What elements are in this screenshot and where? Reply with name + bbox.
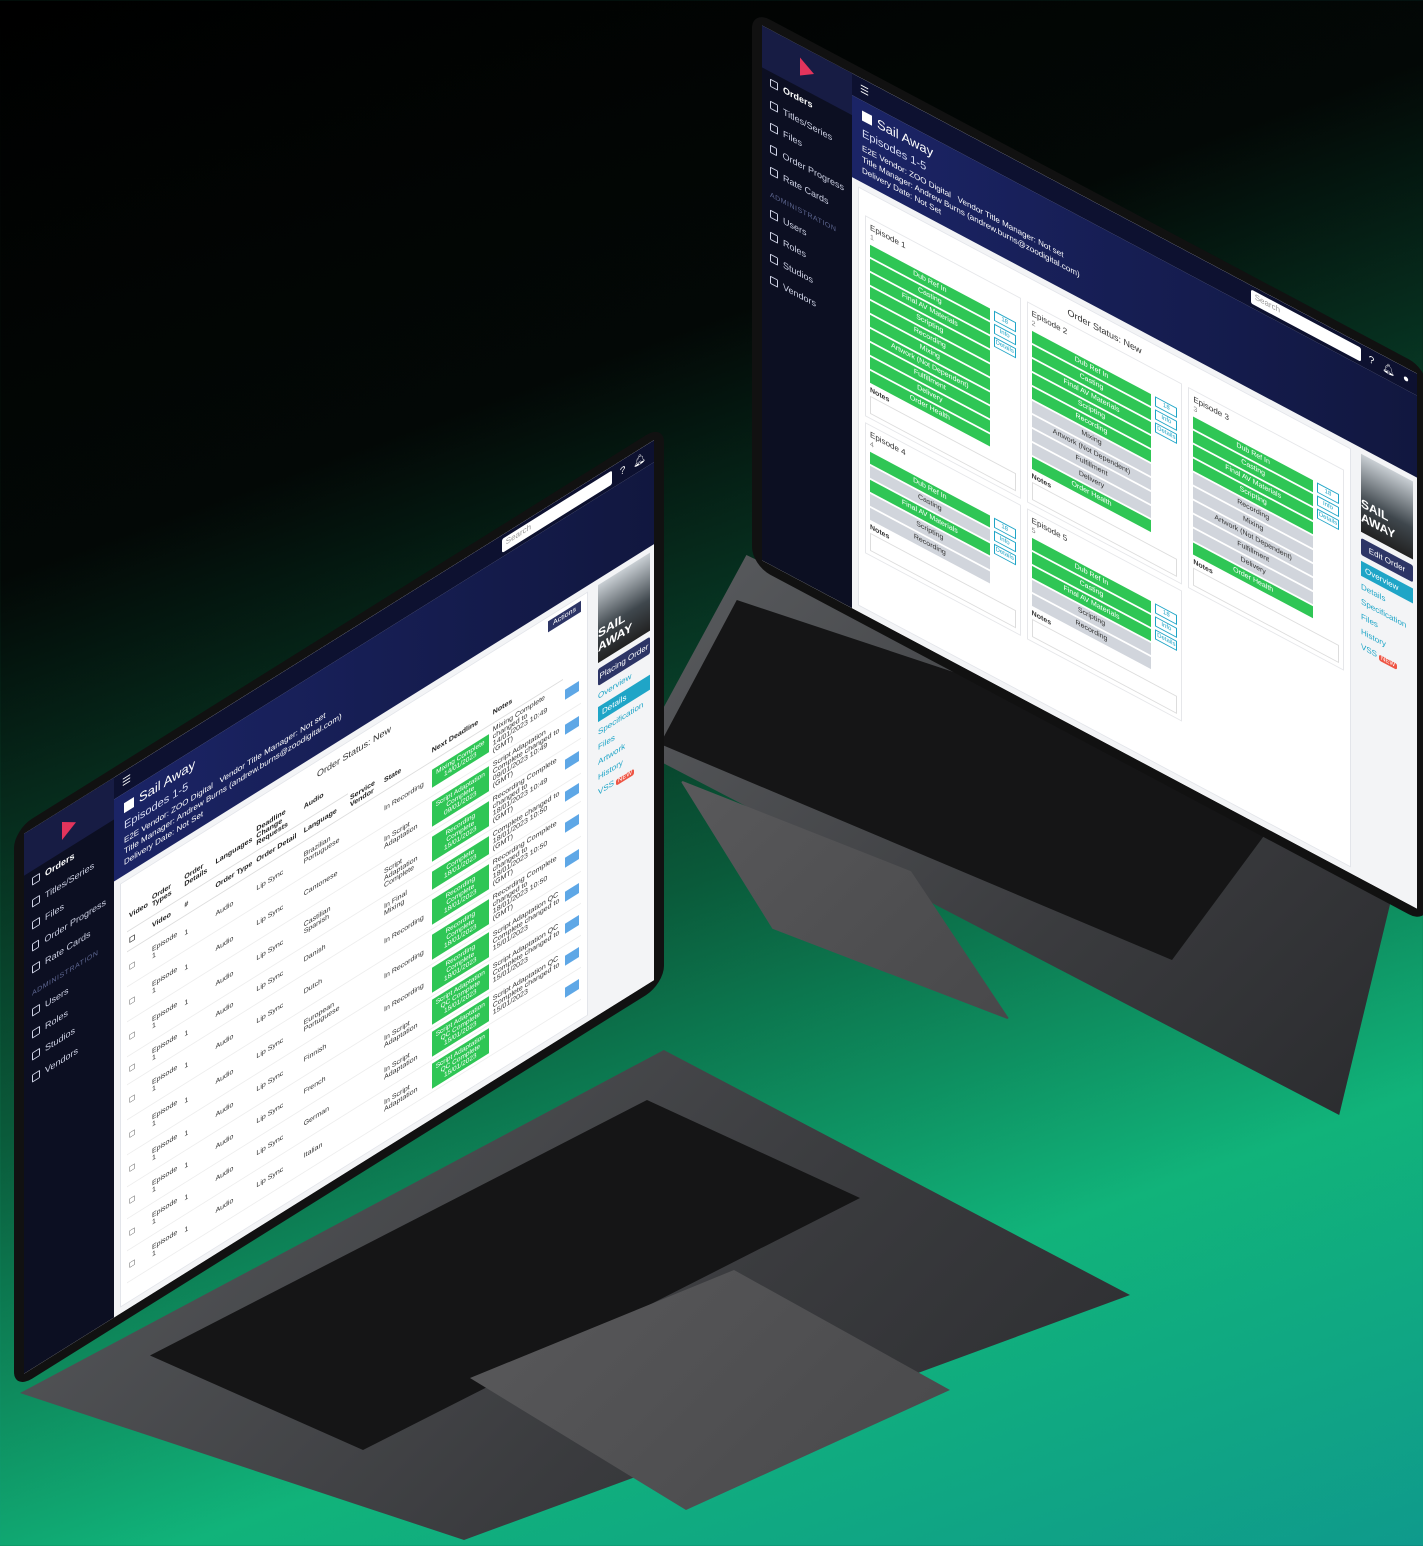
episode-side: 18 Info Details (1317, 482, 1339, 632)
bell-icon[interactable]: 🔔︎ (1382, 361, 1395, 379)
rate-cards-icon (32, 960, 40, 974)
episode-side: 18 Info Details (993, 310, 1016, 460)
files-icon (770, 122, 778, 135)
title-icon (124, 796, 134, 814)
sidebar-2: Orders Titles/Series Files Order Progres… (24, 777, 114, 1374)
new-badge: NEW (1379, 654, 1398, 670)
edit-deadline-button[interactable] (564, 914, 579, 934)
users-icon (32, 1003, 40, 1017)
episode-side: 18 Info Details (1155, 603, 1178, 683)
hamburger-icon[interactable]: ☰ (860, 83, 869, 99)
edit-deadline-button[interactable] (564, 946, 579, 966)
right-column-2: SAIL AWAY Placing Order Overview Details… (594, 544, 654, 1018)
scene: Orders Titles/Series Files Order Progres… (0, 0, 1423, 1546)
rate-cards-icon (770, 166, 778, 179)
vendors-icon (32, 1069, 40, 1083)
sidebar: Orders Titles/Series Files Order Progres… (762, 25, 852, 609)
progress-icon (32, 939, 40, 952)
roles-icon (770, 231, 778, 244)
right-column: SAIL AWAY Edit Order Overview Details Sp… (1357, 445, 1417, 908)
edit-deadline-button[interactable] (564, 978, 579, 998)
edit-deadline-button[interactable] (564, 782, 579, 802)
new-badge: NEW (616, 768, 635, 786)
help-icon[interactable]: ? (620, 464, 626, 478)
edit-deadline-button[interactable] (564, 814, 579, 834)
avatar[interactable]: ● (1403, 372, 1409, 386)
vendors-icon (770, 275, 778, 288)
edit-deadline-button[interactable] (564, 681, 579, 700)
edit-deadline-button[interactable] (564, 849, 579, 869)
studios-icon (32, 1047, 40, 1061)
edit-deadline-button[interactable] (564, 751, 579, 771)
edit-deadline-button[interactable] (564, 882, 579, 902)
help-icon[interactable]: ? (1369, 353, 1375, 367)
orders-icon (770, 78, 778, 91)
users-icon (770, 209, 778, 222)
titles-icon (32, 894, 40, 908)
orders-icon (32, 872, 40, 886)
progress-icon (770, 144, 778, 157)
edit-deadline-button[interactable] (564, 716, 579, 736)
episode-side: 18 Info Details (1155, 396, 1178, 546)
hamburger-icon[interactable]: ☰ (122, 772, 131, 789)
titles-icon (770, 100, 778, 113)
episode-side: 18 Info Details (993, 517, 1016, 597)
roles-icon (32, 1025, 40, 1039)
files-icon (32, 916, 40, 930)
episode-card: Episode 3 3 Dub Ref In Casting Final AV Ma… (1188, 386, 1344, 671)
studios-icon (770, 253, 778, 266)
title-icon (862, 110, 872, 126)
